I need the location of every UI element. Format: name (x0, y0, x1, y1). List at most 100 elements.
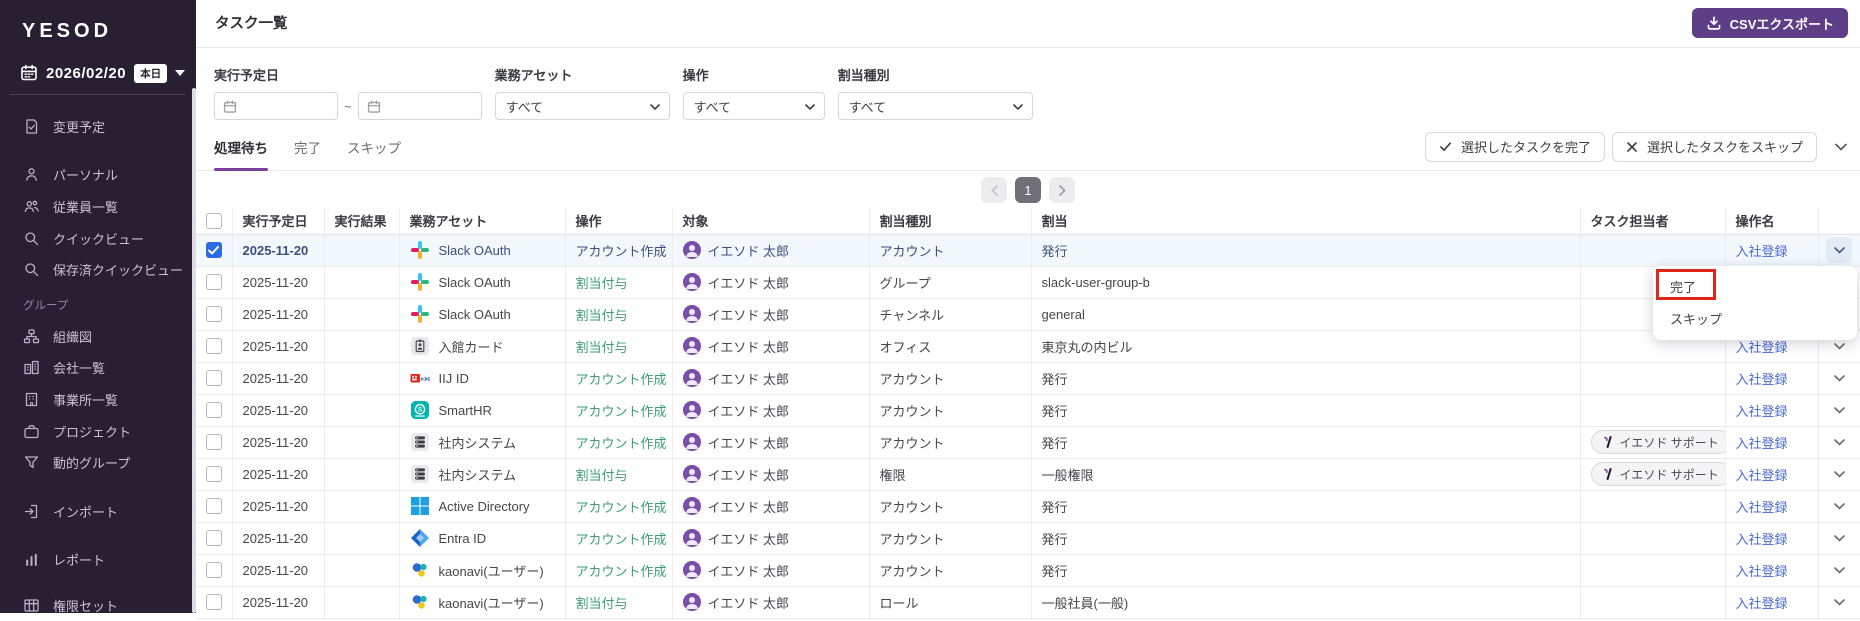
sidebar-item-org-chart[interactable]: 組織図 (0, 321, 196, 352)
document-check-icon (26, 119, 38, 134)
sidebar-item-quick-view[interactable]: クイックビュー (0, 223, 196, 254)
sidebar-item-change-schedule[interactable]: 変更予定 (0, 111, 196, 142)
tab-pending[interactable]: 処理待ち (214, 123, 268, 171)
table-row: 2025-11-20 kaonavi(ユーザー) アカウント作成 イエソド 太郎… (196, 554, 1860, 587)
action-link[interactable]: 入社登録 (1736, 436, 1788, 451)
row-checkbox[interactable] (205, 434, 222, 451)
page-header: タスク一覧 CSVエクスポート (196, 0, 1860, 48)
row-checkbox[interactable] (205, 274, 222, 291)
skip-selected-button[interactable]: 選択したタスクをスキップ (1611, 131, 1817, 162)
asset-name: Active Directory (438, 498, 530, 514)
sidebar-item-label: 変更予定 (53, 120, 106, 135)
cell-result (324, 394, 400, 427)
yesod-logo: YESOD (22, 20, 113, 42)
buildings-icon (24, 360, 39, 375)
action-link[interactable]: 入社登録 (1736, 596, 1788, 611)
chevron-down-icon (1833, 502, 1845, 510)
operation-select[interactable]: すべて (682, 92, 825, 120)
row-checkbox[interactable] (205, 306, 222, 323)
dropdown-item-skip[interactable]: スキップ (1653, 302, 1857, 334)
sidebar-item-offices[interactable]: 事業所一覧 (0, 384, 196, 415)
tab-skipped[interactable]: スキップ (347, 123, 401, 170)
date-selector[interactable]: 2026/02/20 本日 (20, 58, 186, 88)
cell-operation: アカウント作成 (575, 563, 667, 579)
asset-select[interactable]: すべて (494, 92, 670, 120)
end-date-field[interactable] (358, 93, 481, 119)
yesod-mark-icon (1603, 436, 1612, 448)
assignee-badge: イエソド サポート (1590, 430, 1724, 454)
row-menu-button[interactable] (1826, 429, 1852, 455)
action-link[interactable]: 入社登録 (1736, 468, 1788, 483)
cell-assignee (1580, 522, 1726, 555)
cell-operation: アカウント作成 (575, 499, 667, 515)
next-page-button[interactable] (1049, 177, 1075, 203)
dropdown-item-complete[interactable]: 完了 (1653, 270, 1857, 302)
sidebar-item-dynamic-groups[interactable]: 動的グループ (0, 447, 196, 478)
header-date: 実行予定日 (232, 208, 325, 235)
cell-result (324, 234, 400, 267)
sidebar-item-employees[interactable]: 従業員一覧 (0, 191, 196, 222)
start-date-input[interactable] (214, 92, 338, 120)
chevron-down-icon (804, 104, 815, 110)
asset-name: IIJ ID (438, 370, 469, 386)
row-menu-button[interactable] (1826, 557, 1852, 583)
row-menu-button[interactable] (1826, 237, 1853, 263)
tab-done[interactable]: 完了 (294, 123, 321, 170)
cell-date: 2025-11-20 (232, 554, 325, 587)
header-asset: 業務アセット (399, 208, 566, 235)
action-link[interactable]: 入社登録 (1736, 564, 1788, 579)
sidebar-item-projects[interactable]: プロジェクト (0, 416, 196, 447)
chevron-down-icon (1833, 406, 1845, 414)
select-all-checkbox[interactable] (205, 213, 222, 230)
row-checkbox[interactable] (205, 242, 222, 259)
row-checkbox[interactable] (205, 594, 222, 611)
row-checkbox[interactable] (205, 370, 222, 387)
row-menu-button[interactable] (1826, 461, 1852, 487)
row-checkbox[interactable] (205, 498, 222, 515)
sidebar-item-label: 事業所一覧 (53, 393, 119, 408)
cell-operation: アカウント作成 (575, 531, 667, 547)
row-checkbox[interactable] (205, 562, 222, 579)
row-checkbox[interactable] (205, 338, 222, 355)
sidebar-item-label: 従業員一覧 (53, 200, 119, 215)
cell-assign-type: アカウント (869, 362, 1032, 395)
sidebar-item-import[interactable]: インポート (0, 496, 196, 527)
row-menu-button[interactable] (1826, 525, 1852, 551)
filter-business-asset: 業務アセット すべて (494, 48, 670, 123)
current-page-button[interactable]: 1 (1015, 177, 1041, 203)
header-result: 実行結果 (324, 208, 400, 235)
cell-operation: 割当付与 (575, 275, 628, 291)
row-menu-button[interactable] (1826, 493, 1852, 519)
cell-assignment: 発行 (1031, 234, 1581, 267)
sidebar-item-permission-sets[interactable]: 権限セット (0, 590, 196, 621)
row-menu-button[interactable] (1826, 397, 1852, 423)
sidebar-item-companies[interactable]: 会社一覧 (0, 352, 196, 383)
row-menu-button[interactable] (1826, 589, 1852, 615)
row-checkbox[interactable] (205, 402, 222, 419)
cell-assignee (1580, 490, 1726, 523)
row-checkbox[interactable] (205, 530, 222, 547)
asset-name: Slack OAuth (438, 274, 511, 290)
target-name: イエソド 太郎 (707, 563, 789, 579)
action-link[interactable]: 入社登録 (1736, 404, 1788, 419)
sidebar-section-groups: グループ (23, 300, 69, 312)
assign-type-select[interactable]: すべて (837, 92, 1033, 120)
action-link[interactable]: 入社登録 (1736, 244, 1788, 259)
sidebar-item-reports[interactable]: レポート (0, 544, 196, 575)
target-name: イエソド 太郎 (707, 531, 789, 547)
action-link[interactable]: 入社登録 (1736, 500, 1788, 515)
table-row: 2025-11-20 S SmartHR アカウント作成 イエソド 太郎 アカウン… (196, 394, 1860, 427)
csv-export-button[interactable]: CSVエクスポート (1691, 8, 1848, 38)
complete-selected-button[interactable]: 選択したタスクを完了 (1424, 131, 1605, 162)
action-link[interactable]: 入社登録 (1736, 340, 1788, 355)
row-checkbox[interactable] (205, 466, 222, 483)
prev-page-button[interactable] (981, 177, 1007, 203)
start-date-field[interactable] (215, 93, 337, 119)
more-actions-chevron[interactable] (1830, 136, 1852, 158)
sidebar-item-saved-quick-view[interactable]: 保存済クイックビュー (0, 254, 196, 285)
sidebar-item-personal[interactable]: パーソナル (0, 159, 196, 190)
end-date-input[interactable] (357, 92, 482, 120)
row-menu-button[interactable] (1826, 365, 1852, 391)
action-link[interactable]: 入社登録 (1736, 372, 1788, 387)
action-link[interactable]: 入社登録 (1736, 532, 1788, 547)
